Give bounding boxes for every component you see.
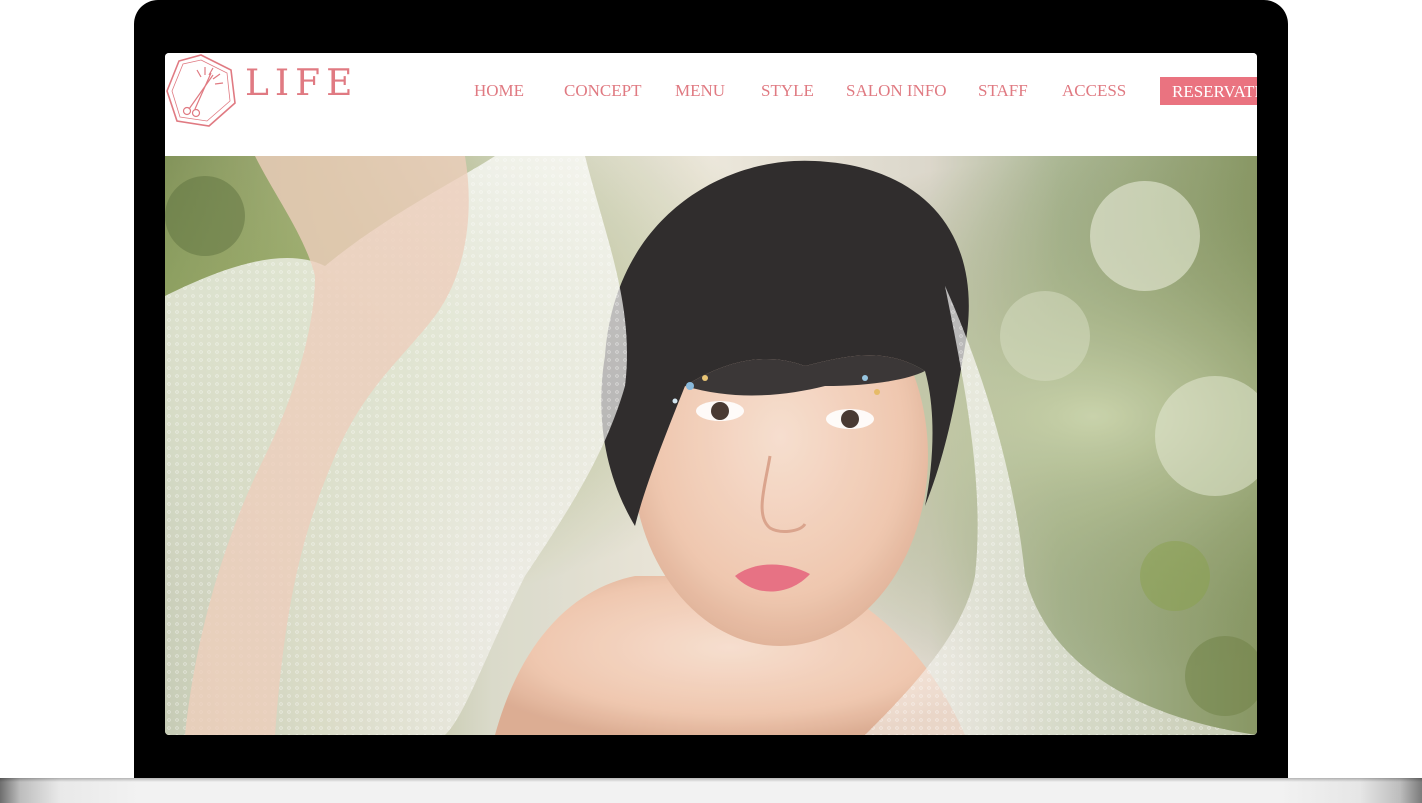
hero-image xyxy=(165,156,1257,735)
nav-item-concept[interactable]: CONCEPT xyxy=(564,81,641,101)
nav-item-salon-info[interactable]: SALON INFO xyxy=(846,81,947,101)
nav-item-home[interactable]: HOME xyxy=(474,81,524,101)
website-screen: LIFE HOME CONCEPT MENU STYLE SALON INFO … xyxy=(165,53,1257,735)
nav-item-style[interactable]: STYLE xyxy=(761,81,814,101)
nav-item-menu[interactable]: MENU xyxy=(675,81,725,101)
main-nav: HOME CONCEPT MENU STYLE SALON INFO STAFF… xyxy=(165,81,1257,101)
reservation-button[interactable]: RESERVATI xyxy=(1160,77,1257,105)
nav-item-access[interactable]: ACCESS xyxy=(1062,81,1126,101)
hero-photo xyxy=(165,156,1257,735)
laptop-base-shadow xyxy=(0,778,1422,782)
site-header: LIFE HOME CONCEPT MENU STYLE SALON INFO … xyxy=(165,53,1257,156)
mockup-stage: LIFE HOME CONCEPT MENU STYLE SALON INFO … xyxy=(0,0,1422,803)
nav-item-staff[interactable]: STAFF xyxy=(978,81,1028,101)
